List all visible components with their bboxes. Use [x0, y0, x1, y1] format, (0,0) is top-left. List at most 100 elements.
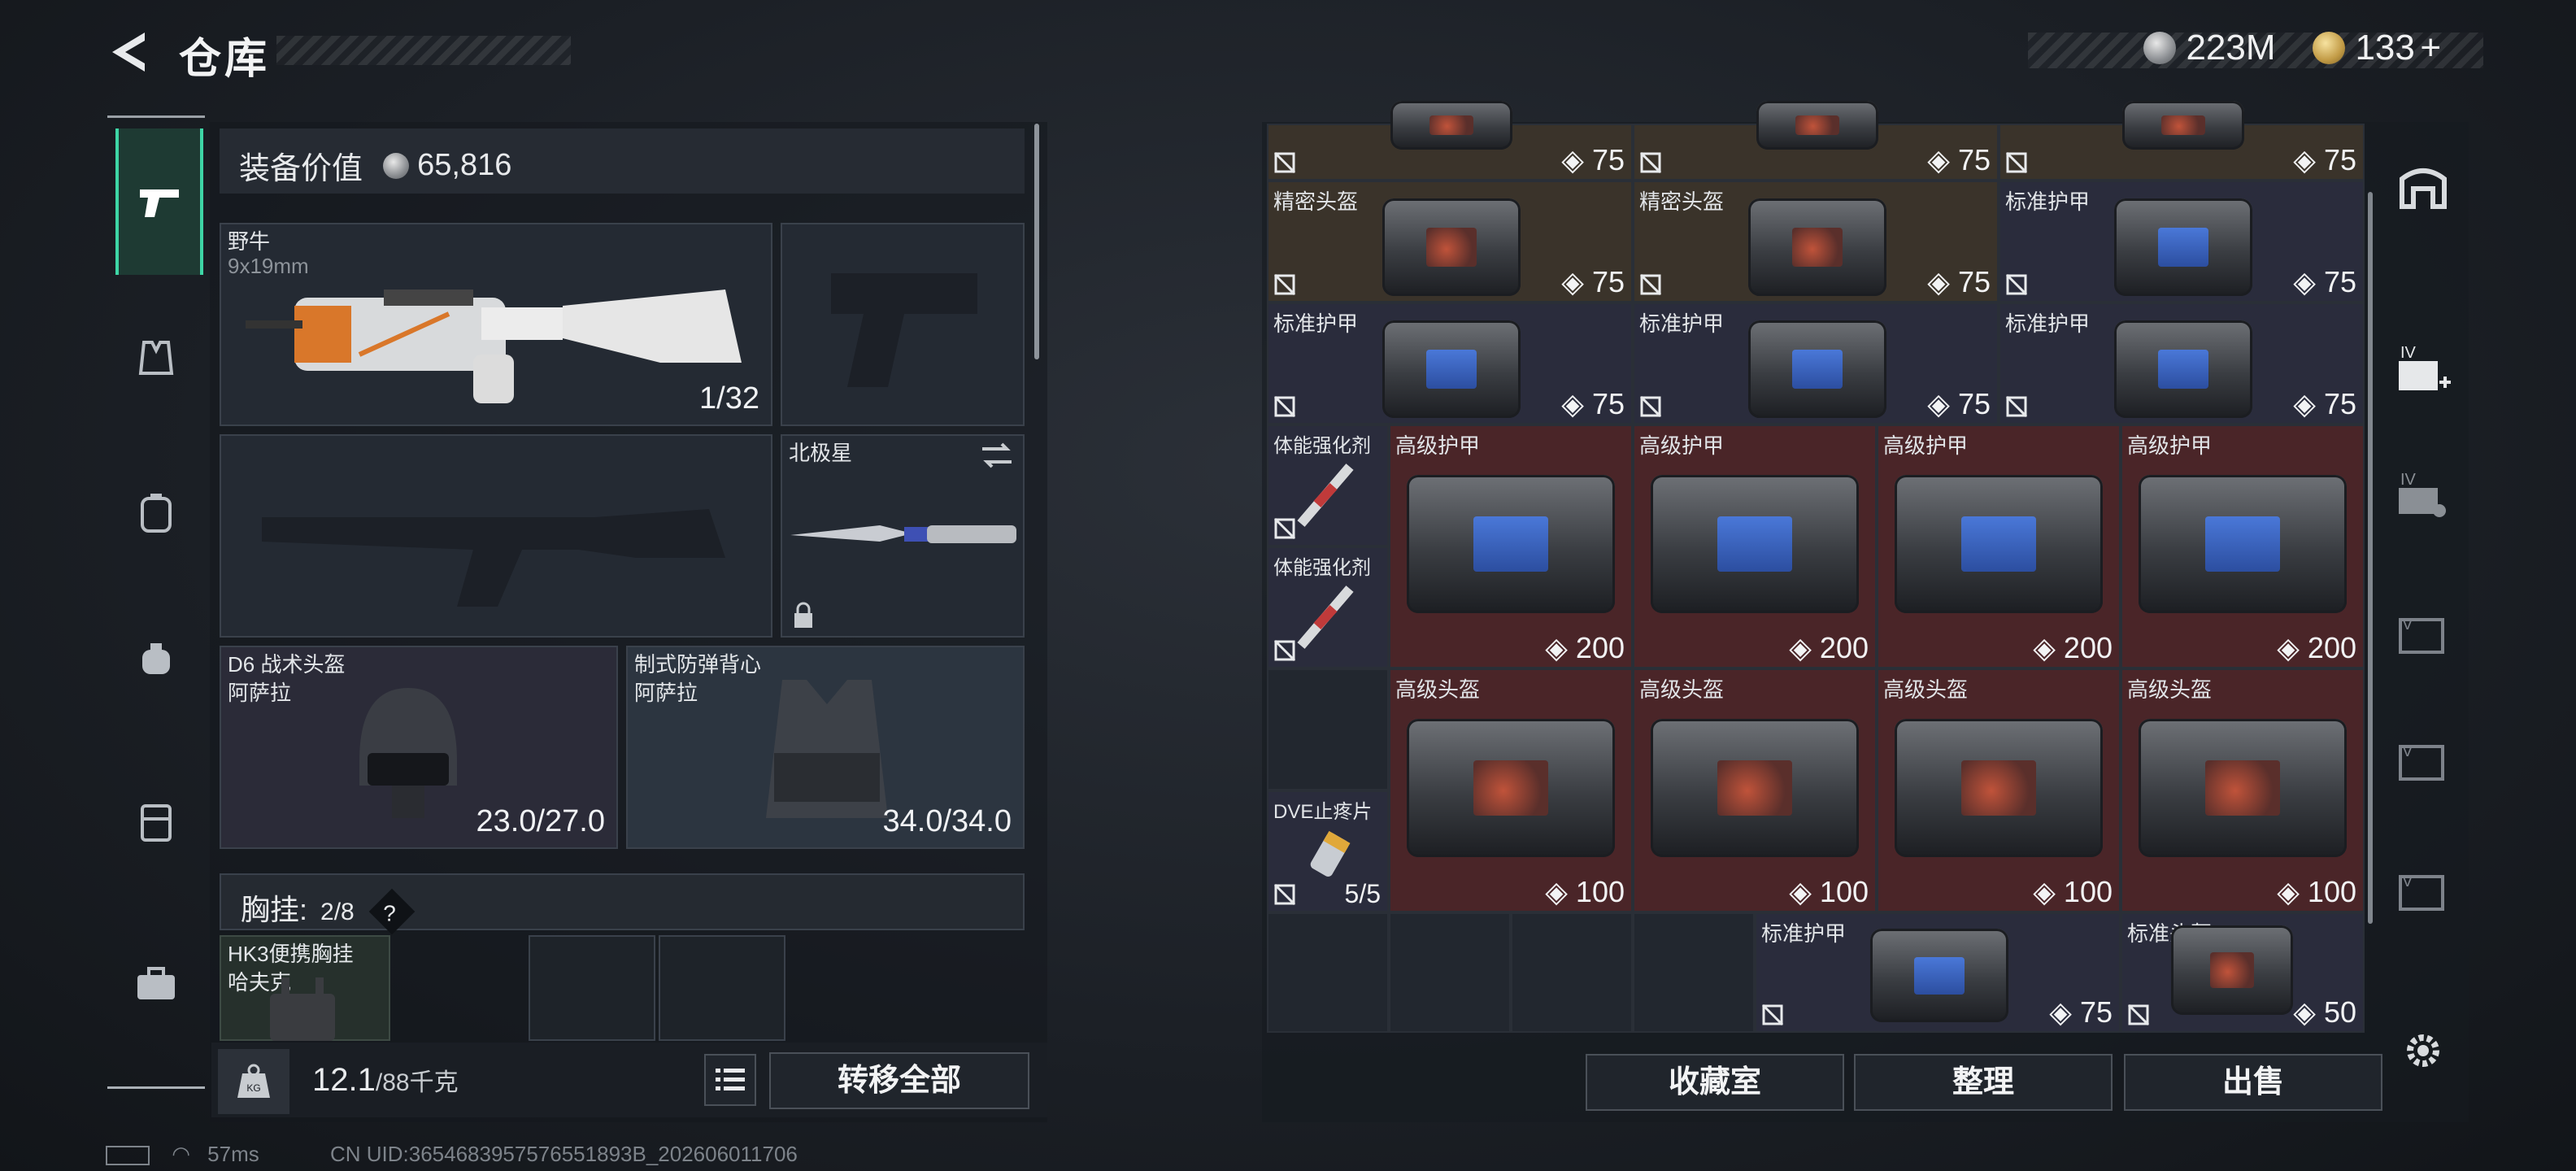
stash-item[interactable]: ◈ 75: [1999, 101, 2365, 181]
back-arrow-icon[interactable]: [104, 28, 150, 76]
smg-weapon-image: [246, 289, 742, 403]
stash-scrollbar[interactable]: [2368, 192, 2373, 924]
stash-item[interactable]: 标准护甲 ◈ 75: [1633, 303, 1999, 424]
equipment-nav: [106, 114, 207, 1090]
page-title: 仓库: [179, 36, 271, 83]
bag-image: [2139, 475, 2347, 613]
nav-toolbox[interactable]: [115, 943, 197, 1025]
stash-empty-cell[interactable]: [1389, 912, 1511, 1033]
stash-tab-v2[interactable]: V: [2394, 732, 2452, 790]
bag-image: [1748, 198, 1886, 296]
item-durability: ◈ 75: [2293, 265, 2356, 298]
item-durability: ◈ 200: [1789, 631, 1869, 664]
stash-item[interactable]: 高级头盔 ◈ 100: [2121, 668, 2365, 912]
gold-currency[interactable]: 133 +: [2313, 28, 2441, 68]
stash-item[interactable]: 高级护甲 ◈ 200: [1877, 424, 2121, 668]
no-insure-icon: [1639, 273, 1662, 296]
item-durability: ◈ 200: [2033, 631, 2113, 664]
secondary-weapon-slot[interactable]: [220, 434, 772, 638]
item-name: 体能强化剂: [1273, 435, 1371, 457]
silver-currency: 223M: [2143, 28, 2276, 68]
item-name: 精密头盔: [1273, 189, 1359, 214]
stash-item[interactable]: 高级头盔 ◈ 100: [1877, 668, 2121, 912]
stash-item[interactable]: 体能强化剂: [1267, 546, 1389, 668]
item-name: 标准护甲: [2005, 311, 2091, 336]
stash-item[interactable]: 精密头盔 ◈ 75: [1267, 181, 1633, 303]
gear-icon: [2407, 1034, 2439, 1067]
sell-button[interactable]: 出售: [2124, 1054, 2382, 1111]
stash-item[interactable]: 高级护甲 ◈ 200: [1389, 424, 1633, 668]
no-insure-icon: [1273, 883, 1296, 906]
stash-item[interactable]: 标准护甲 ◈ 75: [1755, 912, 2121, 1033]
stash-item[interactable]: ◈ 75: [1267, 101, 1633, 181]
nav-weapon[interactable]: [115, 128, 203, 275]
stash-item[interactable]: 体能强化剂: [1267, 424, 1389, 546]
armor-brand: 阿萨拉: [634, 681, 698, 705]
add-gold-button[interactable]: +: [2420, 28, 2441, 67]
item-name: 高级护甲: [1395, 433, 1481, 458]
stash-tab-iv[interactable]: IV: [2394, 468, 2452, 527]
nav-safebox[interactable]: [115, 781, 197, 862]
stash-item[interactable]: 精密头盔 ◈ 75: [1633, 181, 1999, 303]
equipment-value-label: 装备价值: [239, 152, 363, 186]
stash-item[interactable]: 标准护甲 ◈ 75: [1999, 181, 2365, 303]
collection-room-button[interactable]: 收藏室: [1586, 1054, 1844, 1111]
sort-button[interactable]: 整理: [1854, 1054, 2113, 1111]
stash-item[interactable]: 高级护甲 ◈ 200: [1633, 424, 1877, 668]
nav-pouch[interactable]: [115, 618, 197, 699]
armor-slot[interactable]: 制式防弹背心 阿萨拉 34.0/34.0: [626, 646, 1025, 849]
weight-current: 12.1: [312, 1062, 376, 1098]
stash-tab-v1[interactable]: V: [2394, 605, 2452, 664]
wifi-icon: ◠: [172, 1142, 190, 1166]
bag-image: [1748, 320, 1886, 418]
stash-item[interactable]: 高级头盔 ◈ 100: [1389, 668, 1633, 912]
stash-item[interactable]: DVE止疼片 5/5: [1267, 790, 1389, 912]
item-durability: ◈ 75: [1561, 265, 1625, 298]
stash-tab-home[interactable]: [2394, 159, 2452, 218]
stash-empty-cell[interactable]: [1633, 912, 1755, 1033]
container-icon: V: [2399, 873, 2444, 911]
rig-cell[interactable]: [529, 935, 655, 1041]
bag-image: [1651, 719, 1859, 857]
bag-image: [1870, 929, 2008, 1022]
stash-item[interactable]: 标准护甲 ◈ 75: [1999, 303, 2365, 424]
stash-empty-cell[interactable]: [1511, 912, 1633, 1033]
bag-image: [2139, 719, 2347, 857]
sidearm-slot[interactable]: [781, 223, 1025, 426]
pill-bottle-image: [1310, 830, 1351, 877]
bag-image: [1756, 101, 1878, 150]
stash-item[interactable]: ◈ 75: [1633, 101, 1999, 181]
swap-icon[interactable]: [979, 441, 1015, 470]
loadout-scrollbar[interactable]: [1034, 124, 1039, 359]
stash-item[interactable]: 标准护甲 ◈ 75: [1267, 303, 1633, 424]
stash-item[interactable]: 标准头盔 ◈ 50: [2121, 912, 2365, 1033]
stash-item[interactable]: 高级头盔 ◈ 100: [1633, 668, 1877, 912]
bag-image: [1895, 475, 2103, 613]
gold-amount: 133: [2355, 28, 2415, 67]
bag-image: [1407, 719, 1615, 857]
helmet-slot[interactable]: D6 战术头盔 阿萨拉 23.0/27.0: [220, 646, 618, 849]
list-view-button[interactable]: [704, 1054, 756, 1106]
rig-item[interactable]: HK3便携胸挂 哈夫克: [220, 935, 390, 1041]
melee-slot[interactable]: 北极星: [781, 434, 1025, 638]
stash-empty-cell[interactable]: [1267, 668, 1389, 790]
vest-icon: [138, 341, 174, 375]
help-icon[interactable]: ?: [368, 889, 416, 935]
stash-empty-cell[interactable]: [1267, 912, 1389, 1033]
item-name: 标准护甲: [1761, 921, 1847, 946]
settings-button[interactable]: [2394, 1028, 2452, 1086]
stash-tab-v3[interactable]: V: [2394, 862, 2452, 921]
stash-tab-iv-add[interactable]: IV: [2394, 342, 2452, 400]
nav-vest[interactable]: [115, 317, 197, 398]
item-name: 标准护甲: [2005, 189, 2091, 214]
stash-item[interactable]: 高级护甲 ◈ 200: [2121, 424, 2365, 668]
syringe-image: [1297, 586, 1354, 649]
rig-cell[interactable]: [659, 935, 785, 1041]
transfer-all-button[interactable]: 转移全部: [769, 1052, 1029, 1109]
rig-image: [270, 977, 335, 1041]
item-name: 高级头盔: [1639, 677, 1725, 702]
nav-backpack[interactable]: [115, 472, 197, 553]
primary-weapon-slot[interactable]: 野牛 9x19mm 1/32: [220, 223, 772, 426]
item-durability: ◈ 200: [1545, 631, 1625, 664]
chest-rig-label: 胸挂:: [241, 893, 308, 926]
